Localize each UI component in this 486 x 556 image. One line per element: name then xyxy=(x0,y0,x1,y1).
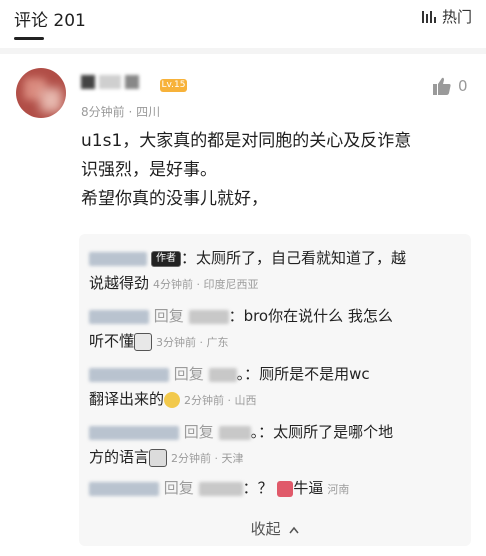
reply-meta: 4分钟前 · 印度尼西亚 xyxy=(153,278,259,291)
level-badge: Lv.15 xyxy=(160,79,187,92)
sort-icon xyxy=(421,10,436,23)
reply-item[interactable]: 回复 ：bro你在说什么 我怎么 听不懂 3分钟前 · 广东 xyxy=(89,304,461,355)
comment-header: 评论 201 热门 xyxy=(0,0,486,40)
reply-meta: 2分钟前 · 山西 xyxy=(184,394,257,407)
reply-text-cont: 方的语言 xyxy=(89,448,150,466)
reply-item[interactable]: 回复 。：厕所是不是用wc 翻译出来的 2分钟前 · 山西 xyxy=(89,362,461,413)
author-tag: 作者 xyxy=(151,250,181,267)
reply-target-masked[interactable] xyxy=(218,425,251,440)
reply-text-cont: 说越得劲 xyxy=(89,274,150,292)
reply-word: 回复 xyxy=(183,423,214,441)
reply-username-masked[interactable] xyxy=(89,251,147,266)
emoji-icon xyxy=(277,480,294,497)
reply-target-masked[interactable] xyxy=(188,309,229,324)
reply-word: 回复 xyxy=(153,307,184,325)
section-divider xyxy=(0,48,486,54)
reply-meta: 河南 xyxy=(327,483,350,496)
reply-text: 。：太厕所了是哪个地 xyxy=(250,423,394,441)
emoji-icon xyxy=(134,332,153,351)
username-masked[interactable] xyxy=(81,75,151,89)
reply-word: 回复 xyxy=(163,479,194,497)
comment-body: u1s1，大家真的都是对同胞的关心及反诈意 识强烈，是好事。 希望你真的没事儿就… xyxy=(81,127,476,214)
emoji-icon xyxy=(149,448,168,467)
comment-count-title: 评论 201 xyxy=(14,11,86,31)
reply-username-masked[interactable] xyxy=(89,481,159,496)
reply-text: ：太厕所了，自己看就知道了，越 xyxy=(181,249,407,267)
reply-username-masked[interactable] xyxy=(89,425,179,440)
comment-meta: 8分钟前 · 四川 xyxy=(81,105,161,119)
comment-line: 识强烈，是好事。 xyxy=(81,160,217,180)
reply-item[interactable]: 回复 ：？ 牛逼 河南 xyxy=(89,476,461,502)
like-count: 0 xyxy=(458,77,468,95)
reply-text: ：？ xyxy=(242,479,273,497)
reply-text: ：bro你在说什么 我怎么 xyxy=(228,307,393,325)
reply-item[interactable]: 作者 ：太厕所了，自己看就知道了，越 说越得劲 4分钟前 · 印度尼西亚 xyxy=(89,246,461,297)
reply-target-masked[interactable] xyxy=(198,481,243,496)
sort-label: 热门 xyxy=(441,8,472,26)
avatar[interactable] xyxy=(16,68,66,118)
reply-word: 回复 xyxy=(173,365,204,383)
sort-hot-button[interactable]: 热门 xyxy=(420,6,472,27)
thumbs-up-icon[interactable] xyxy=(432,76,452,96)
comment-line: 希望你真的没事儿就好， xyxy=(81,189,268,209)
title-underline xyxy=(14,37,44,40)
collapse-button[interactable]: 收起 xyxy=(79,518,471,539)
reply-username-masked[interactable] xyxy=(89,309,149,324)
reply-username-masked[interactable] xyxy=(89,367,169,382)
comment-line: u1s1，大家真的都是对同胞的关心及反诈意 xyxy=(81,131,412,151)
reply-text: 。：厕所是不是用wc xyxy=(236,365,370,383)
emoji-icon xyxy=(164,391,181,408)
reply-text-cont: 翻译出来的 xyxy=(89,390,165,408)
reply-target-masked[interactable] xyxy=(208,367,237,382)
chevron-up-icon xyxy=(289,526,299,533)
reply-text-cont: 牛逼 xyxy=(293,479,324,497)
reply-item[interactable]: 回复 。：太厕所了是哪个地 方的语言 2分钟前 · 天津 xyxy=(89,420,461,471)
replies-panel: 作者 ：太厕所了，自己看就知道了，越 说越得劲 4分钟前 · 印度尼西亚 回复 ：b… xyxy=(79,234,471,546)
reply-text-cont: 听不懂 xyxy=(89,332,135,350)
reply-meta: 2分钟前 · 天津 xyxy=(171,452,244,465)
reply-meta: 3分钟前 · 广东 xyxy=(156,336,229,349)
collapse-label: 收起 xyxy=(250,520,281,538)
